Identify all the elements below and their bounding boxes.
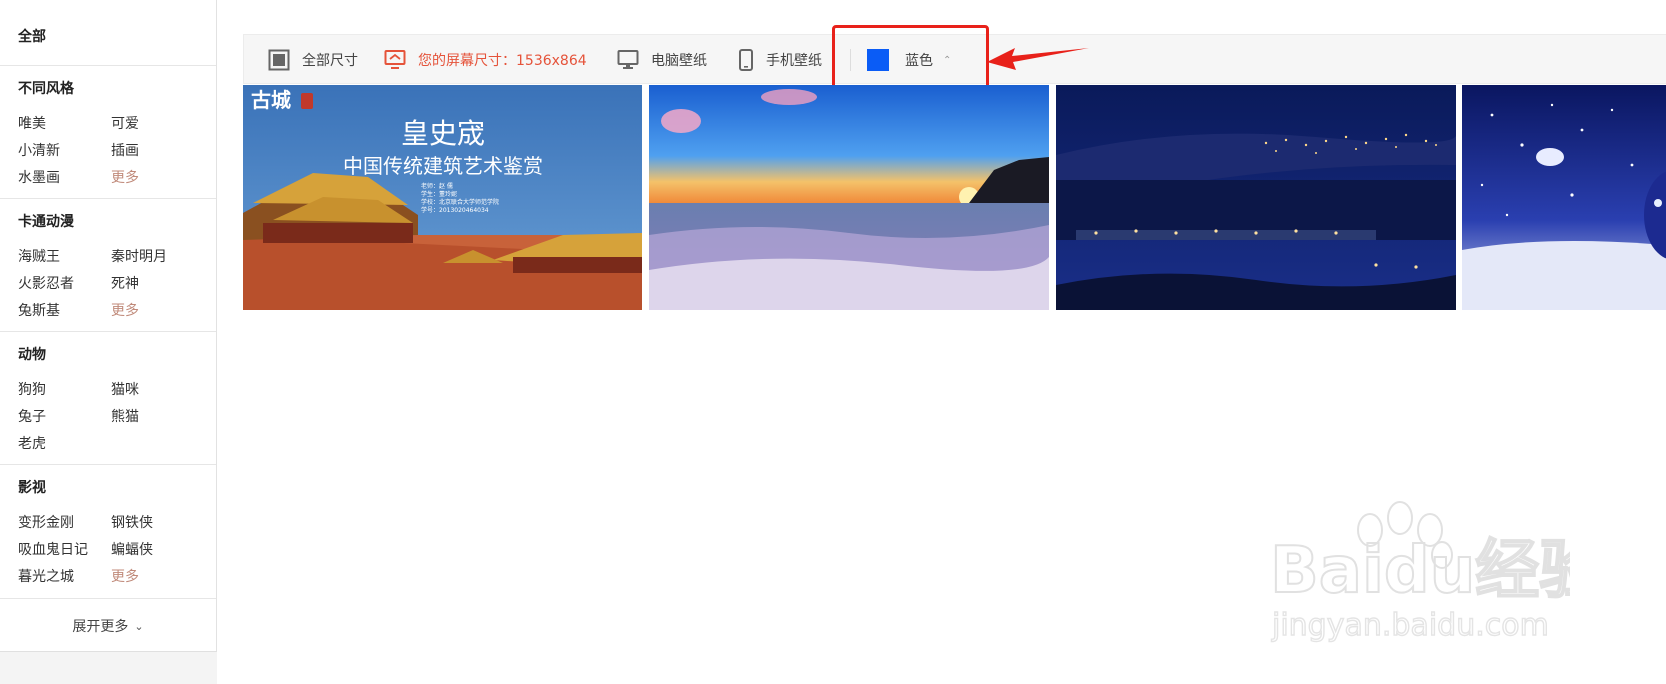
category-sidebar: 全部 不同风格 唯美 可爱 小清新 插画 水墨画 更多 卡通动漫 海贼王 秦时明… xyxy=(0,0,217,684)
sidebar-item-tiger[interactable]: 老虎 xyxy=(18,433,46,453)
divider xyxy=(0,598,216,599)
anime-snow-image xyxy=(1462,85,1666,310)
section-heading-animals: 动物 xyxy=(18,347,46,363)
forbidden-city-image: 古城 皇史宬 中国传统建筑艺术鉴赏 老师：赵 儒 学生：董玲妮 学校：北京联合大… xyxy=(243,85,642,310)
thumb-caption-line: 学号：2013020464034 xyxy=(421,206,489,214)
sidebar-item-qinshimingyue[interactable]: 秦时明月 xyxy=(111,246,167,266)
wallpaper-thumbnail[interactable] xyxy=(649,85,1049,310)
sidebar-item-transformers[interactable]: 变形金刚 xyxy=(18,512,74,532)
wallpaper-thumbnail[interactable]: 古城 皇史宬 中国传统建筑艺术鉴赏 老师：赵 儒 学生：董玲妮 学校：北京联合大… xyxy=(243,85,642,310)
wallpaper-thumbnail[interactable] xyxy=(1462,85,1666,310)
divider xyxy=(0,464,216,465)
sidebar-item-bleach[interactable]: 死神 xyxy=(111,273,139,293)
wallpaper-thumbnail[interactable] xyxy=(1056,85,1456,310)
thumb-caption-line: 学校：北京联合大学师范学院 xyxy=(421,198,499,206)
sidebar-footer xyxy=(0,651,217,684)
filter-toolbar: 全部尺寸 您的屏幕尺寸：1536x864 电脑壁纸 手机壁纸 蓝色 ⌃ xyxy=(243,34,1666,84)
page: 全部 不同风格 唯美 可爱 小清新 插画 水墨画 更多 卡通动漫 海贼王 秦时明… xyxy=(0,0,1666,684)
expand-more-label: 展开更多 xyxy=(72,619,129,635)
phone-wallpaper-filter[interactable]: 手机壁纸 xyxy=(738,35,822,85)
monitor-icon xyxy=(384,50,406,69)
sidebar-item-weimei[interactable]: 唯美 xyxy=(18,113,46,133)
stamp-text: 古城 xyxy=(251,88,291,112)
color-filter-label: 蓝色 xyxy=(905,53,933,69)
sidebar-item-chahua[interactable]: 插画 xyxy=(111,140,139,160)
chevron-down-icon: ⌄ xyxy=(134,620,144,633)
divider xyxy=(0,65,216,66)
beach-sunset-image xyxy=(649,85,1049,310)
sidebar-more-link[interactable]: 更多 xyxy=(111,566,139,586)
screen-size-label: 您的屏幕尺寸：1536x864 xyxy=(418,53,587,69)
all-sizes-label: 全部尺寸 xyxy=(302,53,358,69)
sidebar-more-link[interactable]: 更多 xyxy=(111,300,139,320)
thumb-title: 皇史宬 xyxy=(401,117,485,150)
divider xyxy=(0,198,216,199)
screen-size-filter[interactable]: 您的屏幕尺寸：1536x864 xyxy=(384,35,587,85)
section-heading-style: 不同风格 xyxy=(18,81,74,97)
sidebar-item-panda[interactable]: 熊猫 xyxy=(111,406,139,426)
pc-wallpaper-filter[interactable]: 电脑壁纸 xyxy=(617,35,707,85)
baidu-watermark: Baidu经验 jingyan.baidu.com xyxy=(1270,501,1570,644)
thumb-caption-line: 老师：赵 儒 xyxy=(421,182,453,190)
phone-icon xyxy=(739,49,753,71)
phone-wallpaper-label: 手机壁纸 xyxy=(766,53,822,69)
thumb-subtitle: 中国传统建筑艺术鉴赏 xyxy=(343,154,543,178)
section-heading-film: 影视 xyxy=(18,480,46,496)
sidebar-item-rabbit[interactable]: 兔子 xyxy=(18,406,46,426)
sidebar-item-twilight[interactable]: 暮光之城 xyxy=(18,566,74,586)
sidebar-item-cat[interactable]: 猫咪 xyxy=(111,379,139,399)
night-city-image xyxy=(1056,85,1456,310)
thumb-caption-line: 学生：董玲妮 xyxy=(421,190,457,198)
sidebar-item-keai[interactable]: 可爱 xyxy=(111,113,139,133)
color-swatch xyxy=(867,49,889,71)
section-heading-cartoon: 卡通动漫 xyxy=(18,214,74,230)
color-filter-dropdown[interactable]: 蓝色 ⌃ xyxy=(867,35,951,85)
sidebar-item-ironman[interactable]: 钢铁侠 xyxy=(111,512,153,532)
sidebar-item-dog[interactable]: 狗狗 xyxy=(18,379,46,399)
sidebar-item-onepiece[interactable]: 海贼王 xyxy=(18,246,60,266)
chevron-up-icon: ⌃ xyxy=(943,54,952,66)
desktop-icon xyxy=(617,50,639,69)
expand-more-button[interactable]: 展开更多 ⌄ xyxy=(0,616,216,636)
pc-wallpaper-label: 电脑壁纸 xyxy=(651,53,707,69)
watermark-brand: Baidu经验 xyxy=(1270,534,1570,608)
sidebar-more-link[interactable]: 更多 xyxy=(111,167,139,187)
sidebar-all-link[interactable]: 全部 xyxy=(18,26,46,46)
watermark-url: jingyan.baidu.com xyxy=(1271,608,1549,643)
sidebar-item-xiaoqingxin[interactable]: 小清新 xyxy=(18,140,60,160)
sidebar-item-tuzki[interactable]: 兔斯基 xyxy=(18,300,60,320)
all-sizes-filter[interactable]: 全部尺寸 xyxy=(268,35,358,85)
sidebar-item-naruto[interactable]: 火影忍者 xyxy=(18,273,74,293)
fullscreen-icon xyxy=(268,49,290,71)
sidebar-item-shuimohua[interactable]: 水墨画 xyxy=(18,167,60,187)
toolbar-separator xyxy=(850,49,851,71)
divider xyxy=(0,331,216,332)
sidebar-item-vampire-diaries[interactable]: 吸血鬼日记 xyxy=(18,539,88,559)
sidebar-item-batman[interactable]: 蝙蝠侠 xyxy=(111,539,153,559)
